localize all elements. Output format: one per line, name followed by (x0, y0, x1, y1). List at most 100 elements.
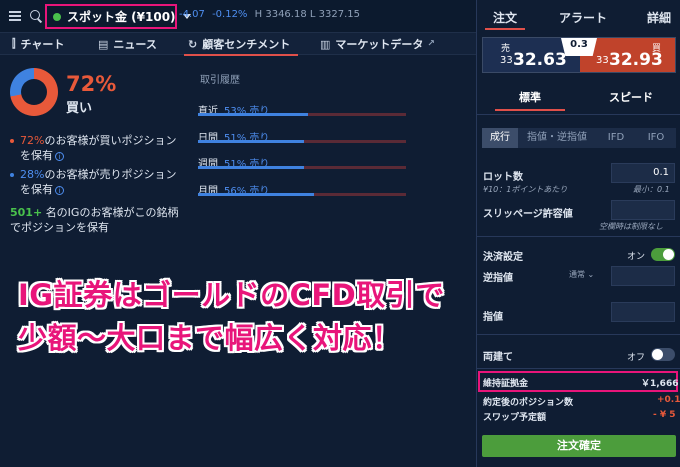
divider (477, 236, 680, 237)
history-bar (198, 193, 406, 196)
swap-value: - ¥ 5 (653, 410, 676, 420)
change-pct: -0.12% (212, 9, 248, 20)
slippage-label: スリッページ許容値 (483, 209, 573, 220)
history-bar (198, 166, 406, 169)
tab-chart-label: チャート (20, 38, 65, 51)
document-icon: ▥ (320, 37, 331, 51)
buy-price-big: 32.93 (609, 50, 663, 70)
sell-price-small: 33 (500, 55, 513, 66)
price-ticket: 売 33 32.63 買 33 32.93 0.3 (482, 37, 676, 73)
history-row: 週間 51% 売り (198, 152, 406, 172)
tab-news[interactable]: ▤ ニュース (98, 33, 157, 55)
info-icon[interactable]: i (55, 186, 64, 195)
buy-bullet (10, 139, 14, 143)
instrument-name: スポット金 (¥100) (67, 10, 176, 24)
order-type-selector: 成行 指値・逆指値 IFD IFO (482, 128, 676, 148)
divider (477, 114, 680, 115)
tab-market-data-label: マーケットデータ (335, 38, 424, 51)
market-open-indicator (53, 12, 61, 21)
tab-market-data[interactable]: ▥ マーケットデータ ↗ (320, 33, 435, 55)
history-row: 月間 56% 売り (198, 179, 406, 199)
headline-line-1: IG証券はゴールドのCFD取引で (18, 278, 445, 312)
tab-sentiment[interactable]: ↻ 顧客センチメント (183, 33, 299, 56)
sell-stat: 28%のお客様が売りポジション を保有 i (10, 167, 190, 197)
instrument-bar: スポット金 (¥100) -4.07 -0.12% H 3346.18 L 33… (0, 0, 476, 33)
info-icon[interactable]: i (55, 152, 64, 161)
toggle-knob (663, 249, 674, 260)
content-tabs: ⫿ チャート ▤ ニュース ↻ 顧客センチメント ▥ マーケットデータ ↗ (0, 33, 476, 56)
margin-value: ￥1,666 (641, 379, 679, 389)
change-abs: -4.07 (179, 9, 205, 20)
sentiment-donut-chart (10, 68, 58, 116)
menu-icon[interactable] (9, 11, 21, 21)
stop-input[interactable] (611, 266, 675, 286)
settlement-toggle[interactable] (651, 248, 675, 261)
refresh-icon: ↻ (188, 37, 198, 51)
history-bar (198, 113, 406, 116)
position-after-label: 約定後のポジション数 (483, 398, 574, 408)
slippage-input[interactable] (611, 200, 675, 220)
lot-note: ¥10：1ポイントあたり (483, 185, 568, 194)
tab-standard[interactable]: 標準 (495, 89, 565, 111)
stop-mode-select[interactable]: 通常 ⌄ (569, 269, 594, 280)
news-icon: ▤ (98, 37, 109, 51)
tab-alert[interactable]: アラート (559, 9, 607, 26)
toggle-knob (652, 349, 663, 360)
chevron-down-icon: ⌄ (587, 270, 595, 279)
history-bar-fill (198, 166, 305, 169)
limit-input[interactable] (611, 302, 675, 322)
headline-line-2: 少額～大口まで幅広く対応！ (18, 321, 402, 355)
panel-tabs: 注文 アラート 詳細 (477, 0, 680, 33)
order-type-market[interactable]: 成行 (482, 128, 518, 148)
buy-percentage: 72% (66, 72, 117, 96)
sell-stat-text: のお客様が売りポジション (44, 168, 177, 181)
history-row: 日間 51% 売り (198, 126, 406, 146)
buy-label: 買い (66, 101, 93, 116)
external-link-icon: ↗ (427, 39, 435, 49)
margin-label: 維持証拠金 (483, 379, 529, 389)
slippage-note: 空欄時は制限なし (599, 222, 663, 231)
chart-icon: ⫿ (12, 37, 16, 50)
sell-price-big: 32.63 (513, 50, 567, 70)
buy-price-small: 33 (596, 55, 609, 66)
limit-label: 指値 (483, 312, 503, 323)
stop-label: 逆指値 (483, 273, 513, 284)
lot-label: ロット数 (483, 172, 523, 183)
order-panel: 注文 アラート 詳細 売 33 32.63 買 33 32.93 0.3 標準 … (476, 0, 680, 467)
swap-label: スワップ予定額 (483, 413, 547, 423)
order-type-ifd[interactable]: IFD (596, 128, 636, 148)
history-row: 直近 53% 売り (198, 99, 406, 119)
client-count-cont: でポジションを保有 (10, 221, 109, 234)
buy-stat-cont: を保有 (20, 149, 53, 162)
hedge-toggle[interactable] (651, 348, 675, 361)
hedge-label: 両建て (483, 352, 513, 363)
search-icon[interactable] (30, 10, 40, 20)
tab-order[interactable]: 注文 (484, 9, 526, 30)
order-type-ifo[interactable]: IFO (636, 128, 676, 148)
spread-badge: 0.3 (561, 38, 597, 56)
sell-bullet (10, 173, 14, 177)
buy-stat: 72%のお客様が買いポジション を保有 i (10, 133, 190, 163)
history-bar-fill (198, 193, 315, 196)
instrument-selector[interactable]: スポット金 (¥100) (45, 4, 191, 29)
high-price: H 3346.18 (254, 9, 307, 20)
tab-chart[interactable]: ⫿ チャート (12, 33, 64, 55)
settlement-state: オン (627, 252, 646, 262)
history-bar (198, 140, 406, 143)
confirm-order-button[interactable]: 注文確定 (482, 435, 676, 457)
quote-stats: -4.07 -0.12% H 3346.18 L 3327.15 (179, 9, 360, 20)
history-bar-fill (198, 113, 309, 116)
lot-min: 最小：0.1 (633, 185, 670, 194)
client-count-stat: 501+ 名のIGのお客様がこの銘柄 でポジションを保有 (10, 205, 190, 235)
order-type-limit-stop[interactable]: 指値・逆指値 (518, 128, 596, 148)
sell-stat-pct: 28% (20, 168, 45, 181)
tab-news-label: ニュース (113, 38, 157, 51)
tab-speed[interactable]: スピード (609, 89, 653, 105)
divider (477, 334, 680, 335)
tab-detail[interactable]: 詳細 (647, 9, 671, 26)
buy-stat-pct: 72% (20, 134, 45, 147)
settlement-label: 決済設定 (483, 252, 523, 263)
history-bar-fill (198, 140, 305, 143)
tab-sentiment-label: 顧客センチメント (202, 38, 291, 51)
lot-input[interactable]: 0.1 (611, 163, 675, 183)
